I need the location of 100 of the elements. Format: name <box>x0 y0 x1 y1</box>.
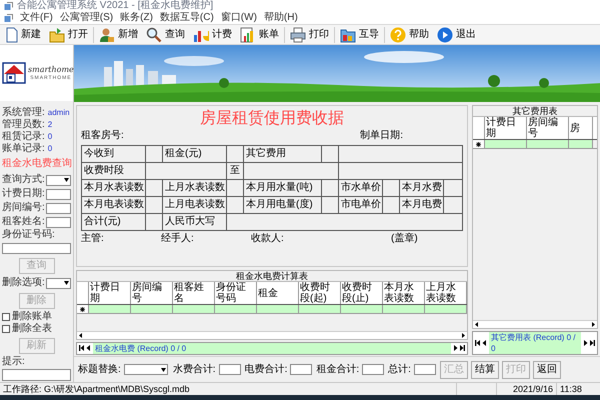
text-field[interactable] <box>362 364 384 375</box>
hint-field[interactable] <box>2 369 71 381</box>
toolbar-button[interactable]: 账单 <box>236 25 283 44</box>
dropdown-field[interactable] <box>124 364 168 375</box>
next-last-icon <box>451 343 467 353</box>
logo-text: smarthome <box>28 66 74 74</box>
column-header[interactable]: 收费时段(起) <box>299 282 341 304</box>
column-header[interactable]: 租金 <box>257 282 299 304</box>
menu-item[interactable]: 帮助(H) <box>264 13 298 23</box>
table-cell <box>227 197 244 214</box>
status-path: 工作路径: G:\研发\Apartment\MDB\Syscgl.mdb <box>3 384 190 394</box>
help-icon <box>390 26 406 42</box>
horizontal-scrollbar[interactable] <box>473 320 597 328</box>
field-label: 租金合计: <box>316 364 360 374</box>
signature-label: (盖章) <box>391 233 418 244</box>
field-label: 房间编号: <box>2 203 45 213</box>
column-header[interactable]: 租客姓名 <box>173 282 215 304</box>
toolbar-button[interactable]: 新增 <box>95 25 142 44</box>
record-status: 租金水电费 (Record) 0 / 0 <box>93 342 451 354</box>
status-date: 2021/9/16 <box>512 384 553 394</box>
text-field[interactable] <box>290 364 312 375</box>
text-field[interactable] <box>414 364 436 375</box>
table-cell <box>444 180 463 197</box>
checkbox-label: 删除账单 <box>12 312 52 322</box>
column-header[interactable]: 身份证号码 <box>215 282 257 304</box>
dropdown-arrow-icon <box>64 281 69 285</box>
column-header[interactable]: 收费时段(止) <box>341 282 383 304</box>
dropdown-field[interactable] <box>46 174 71 186</box>
toolbar-button[interactable]: 打印 <box>286 25 333 44</box>
field-label: 租客姓名: <box>2 217 45 227</box>
menu-item[interactable]: 数据互导(C) <box>160 13 214 23</box>
stat-value: 0 <box>48 133 52 141</box>
stat-label: 系统管理: <box>2 108 45 118</box>
app-icon <box>4 2 13 10</box>
record-status: 其它费用表 (Record) 0 / 0 <box>489 332 581 354</box>
table-cell <box>146 180 163 197</box>
table-cell <box>146 197 163 214</box>
horizontal-scrollbar[interactable] <box>77 331 467 339</box>
bar-chart-icon <box>240 26 256 42</box>
toolbar-button[interactable]: 打开 <box>45 25 92 44</box>
folder-chart-icon <box>340 26 356 42</box>
checkbox-label: 删除全表 <box>12 324 52 334</box>
text-field[interactable] <box>46 188 71 200</box>
text-field[interactable] <box>218 364 241 375</box>
signature-label: 收款人: <box>251 233 284 244</box>
status-time: 11:38 <box>560 384 582 394</box>
text-field[interactable] <box>46 216 71 228</box>
text-field[interactable] <box>2 242 71 254</box>
field-label: 制单日期: <box>360 131 403 141</box>
printer-icon <box>290 26 306 42</box>
field-label: 身份证号码: <box>2 229 56 241</box>
asterisk-icon <box>476 142 481 146</box>
dropdown-field[interactable] <box>46 278 71 288</box>
field-label: 计费日期: <box>2 189 45 199</box>
scroll-right-icon <box>459 332 467 339</box>
column-header[interactable]: 房间编号 <box>131 282 173 304</box>
column-header[interactable]: 房 <box>569 117 593 139</box>
checkbox[interactable] <box>2 325 10 333</box>
person-icon <box>99 26 115 42</box>
signature-label: 经手人: <box>161 233 194 244</box>
column-header[interactable]: 计费日期 <box>89 282 131 304</box>
stat-value: 0 <box>48 145 52 153</box>
search-icon <box>146 26 162 42</box>
toolbar-button[interactable]: 查询 <box>142 25 189 44</box>
table-cell <box>383 180 400 197</box>
asterisk-icon <box>80 306 85 312</box>
action-button[interactable]: 返回 <box>532 360 561 378</box>
next-last-icon <box>581 338 597 348</box>
field-label: 租客房号: <box>81 131 124 141</box>
column-header[interactable]: 上月水表读数 <box>425 282 467 304</box>
column-header[interactable]: 本月水表读数 <box>383 282 425 304</box>
table-cell <box>383 197 400 214</box>
table-cell <box>227 180 244 197</box>
menu-item[interactable]: 公寓管理(S) <box>60 13 114 23</box>
toolbar-button[interactable]: 计费 <box>189 25 236 44</box>
toolbar-button[interactable]: 互导 <box>336 25 383 44</box>
stat-value: 2 <box>48 121 52 129</box>
toolbar-button[interactable]: 帮助 <box>386 25 433 44</box>
table-cell <box>444 197 463 214</box>
scroll-right-icon <box>589 321 597 328</box>
menu-item[interactable]: 窗口(W) <box>220 13 257 23</box>
stat-label: 账单记录: <box>2 144 45 154</box>
column-header[interactable]: 房间编号 <box>527 117 569 139</box>
table-cell <box>322 180 339 197</box>
document-menu-icon <box>4 14 13 22</box>
field-label: 提示: <box>2 356 26 368</box>
menu-item[interactable]: 账务(Z) <box>120 13 153 23</box>
toolbar-button[interactable]: 退出 <box>433 25 480 44</box>
dropdown-arrow-icon <box>64 178 69 182</box>
first-previous-icon <box>473 338 489 348</box>
checkbox[interactable] <box>2 313 10 321</box>
folder-icon <box>49 26 65 42</box>
stat-label: 管理员数: <box>2 120 45 130</box>
action-button[interactable]: 结算 <box>470 360 499 378</box>
menu-item[interactable]: 文件(F) <box>20 13 53 23</box>
text-field[interactable] <box>46 202 71 214</box>
play-circle-icon <box>437 26 453 42</box>
column-header[interactable]: 计费日期 <box>485 117 527 139</box>
toolbar-button[interactable]: 新建 <box>2 25 45 44</box>
stat-label: 租赁记录: <box>2 132 45 142</box>
